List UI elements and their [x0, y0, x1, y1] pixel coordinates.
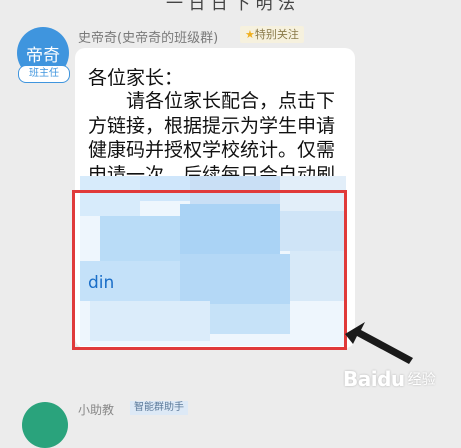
- highlight-box: [72, 190, 347, 350]
- follow-badge: ★特别关注: [240, 26, 304, 43]
- message-greeting: 各位家长：: [88, 67, 184, 89]
- follow-badge-label: 特别关注: [254, 28, 299, 41]
- next-sender-badge: 智能群助手: [130, 401, 188, 415]
- sender-name[interactable]: 史帝奇(史帝奇的班级群): [78, 27, 218, 46]
- role-badge: 班主任: [18, 65, 70, 83]
- next-sender-name[interactable]: 小助教: [78, 401, 114, 418]
- avatar-text: 帝奇: [26, 45, 60, 66]
- baidu-watermark: Baidu 经验: [343, 367, 436, 391]
- arrow-icon: [345, 322, 413, 364]
- next-sender-avatar[interactable]: [22, 402, 68, 448]
- previous-message-fragment: 一 日 日 下 明 法: [165, 0, 296, 14]
- watermark-logo: Baidu: [343, 367, 405, 391]
- watermark-sub: 经验: [407, 372, 436, 388]
- star-icon: ★: [245, 28, 255, 41]
